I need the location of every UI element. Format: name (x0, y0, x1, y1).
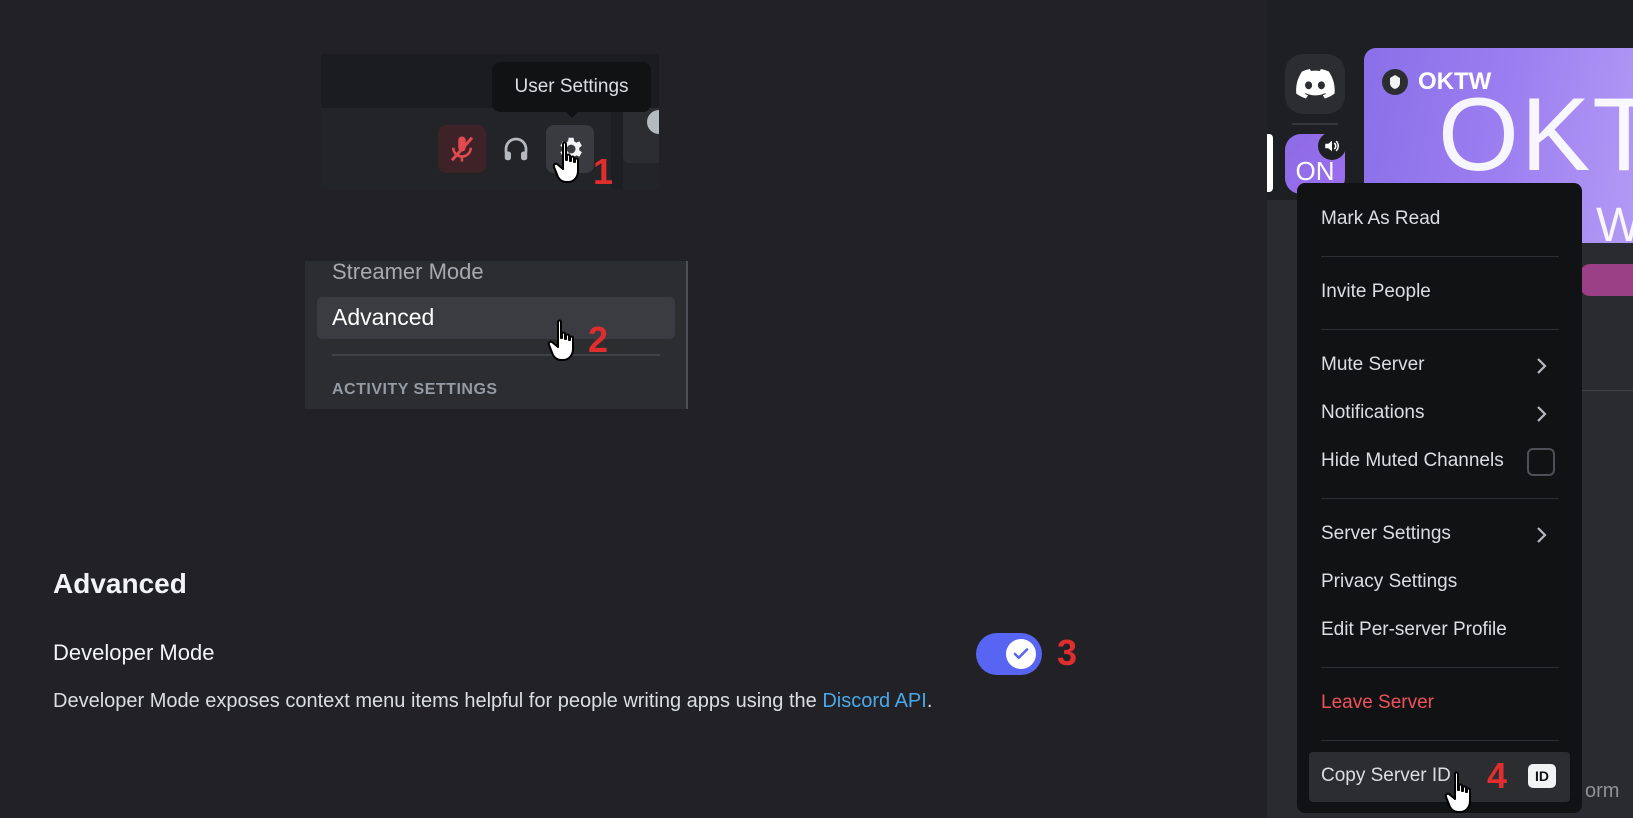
menu-item-mute-server[interactable]: Mute Server (1321, 354, 1424, 376)
step-number-1: 1 (593, 151, 614, 192)
nav-section-header: ACTIVITY SETTINGS (332, 381, 498, 398)
background-text: orm (1585, 780, 1620, 802)
menu-item-edit-per-server-profile[interactable]: Edit Per-server Profile (1321, 619, 1507, 641)
mic-muted-icon (450, 136, 474, 162)
developer-mode-toggle[interactable] (976, 633, 1042, 675)
check-icon (1013, 648, 1029, 660)
menu-separator (1321, 329, 1559, 330)
menu-item-copy-server-id[interactable]: Copy Server ID (1321, 765, 1451, 787)
tooltip-arrow (565, 111, 579, 118)
id-icon: ID (1528, 764, 1556, 788)
sidebar-separator (1292, 123, 1338, 125)
developer-mode-title: Developer Mode (53, 640, 215, 665)
menu-separator (1321, 667, 1559, 668)
menu-item-invite-people[interactable]: Invite People (1321, 281, 1431, 303)
menu-item-privacy-settings[interactable]: Privacy Settings (1321, 571, 1457, 593)
event-banner-edge (1580, 264, 1633, 296)
toggle-knob (1006, 639, 1036, 669)
shield-icon (1390, 75, 1400, 89)
menu-separator (1321, 740, 1559, 741)
nav-divider (332, 354, 660, 356)
nav-item-streamer-mode[interactable]: Streamer Mode (332, 259, 484, 285)
deafen-headphones-button[interactable] (492, 125, 540, 173)
step-number-3: 3 (1057, 632, 1078, 673)
server-name: OKTW (1418, 68, 1492, 95)
step-number-4: 4 (1487, 755, 1508, 796)
chevron-right-icon (1537, 358, 1547, 374)
chevron-right-icon (1537, 406, 1547, 422)
description-text: Developer Mode exposes context menu item… (53, 690, 823, 712)
server-icon-text: ON (1295, 155, 1335, 186)
discord-api-link[interactable]: Discord API (822, 690, 926, 712)
hand-cursor-icon (547, 319, 574, 361)
nav-item-advanced-label[interactable]: Advanced (332, 304, 434, 331)
menu-item-mark-as-read[interactable]: Mark As Read (1321, 208, 1440, 230)
menu-item-hide-muted-channels[interactable]: Hide Muted Channels (1321, 450, 1504, 472)
server-name-header[interactable]: OKTW (1382, 68, 1491, 96)
server-boost-badge (1382, 69, 1408, 95)
user-settings-tooltip: User Settings (492, 62, 651, 112)
selected-server-indicator (1267, 134, 1273, 192)
banner-text-2: WO (1596, 199, 1633, 243)
hand-cursor-icon (552, 141, 579, 183)
discord-logo-icon (1296, 69, 1335, 99)
menu-item-notifications[interactable]: Notifications (1321, 402, 1425, 424)
speaker-icon (1325, 140, 1339, 152)
description-suffix: . (926, 690, 933, 712)
mute-microphone-button[interactable] (438, 125, 486, 173)
menu-separator (1321, 498, 1559, 499)
menu-item-leave-server[interactable]: Leave Server (1321, 692, 1434, 714)
developer-mode-description: Developer Mode exposes context menu item… (53, 690, 932, 713)
discord-home-button[interactable] (1285, 54, 1345, 114)
menu-item-server-settings[interactable]: Server Settings (1321, 523, 1451, 545)
channel-divider (1580, 390, 1633, 391)
hide-muted-checkbox[interactable] (1527, 448, 1555, 476)
hand-cursor-icon (1444, 771, 1471, 813)
menu-separator (1321, 256, 1559, 257)
chevron-right-icon (1537, 527, 1547, 543)
headphones-icon (504, 137, 528, 161)
step-number-2: 2 (588, 319, 609, 360)
page-title: Advanced (53, 568, 187, 599)
voice-speaker-badge (1318, 132, 1346, 160)
